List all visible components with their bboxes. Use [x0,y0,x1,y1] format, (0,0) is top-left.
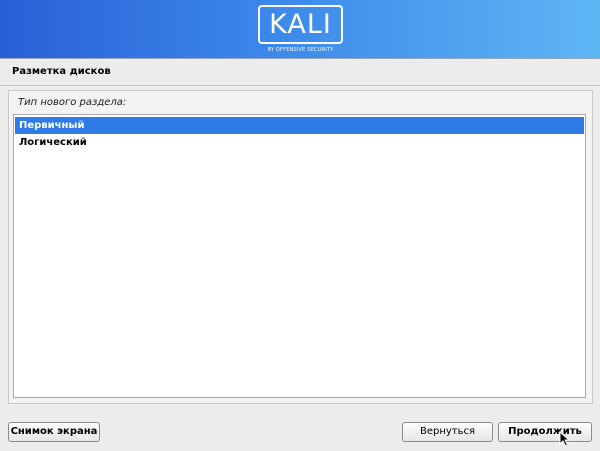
header-banner: KALI BY OFFENSIVE SECURITY [0,0,600,59]
logo-text: KALI [269,9,332,40]
continue-button[interactable]: Продолжить [498,422,592,442]
list-item-logical[interactable]: Логический [15,134,584,151]
logo-subtitle: BY OFFENSIVE SECURITY [267,47,334,53]
back-button[interactable]: Вернуться [402,422,493,442]
question-label: Тип нового раздела: [18,97,127,108]
partition-type-list[interactable]: Первичный Логический [13,114,586,398]
mouse-pointer-icon [559,431,571,447]
screenshot-button[interactable]: Снимок экрана [8,422,100,442]
list-item-primary[interactable]: Первичный [15,117,584,134]
header-divider [0,85,600,86]
kali-logo: KALI [258,5,343,44]
page-title: Разметка дисков [12,66,111,77]
